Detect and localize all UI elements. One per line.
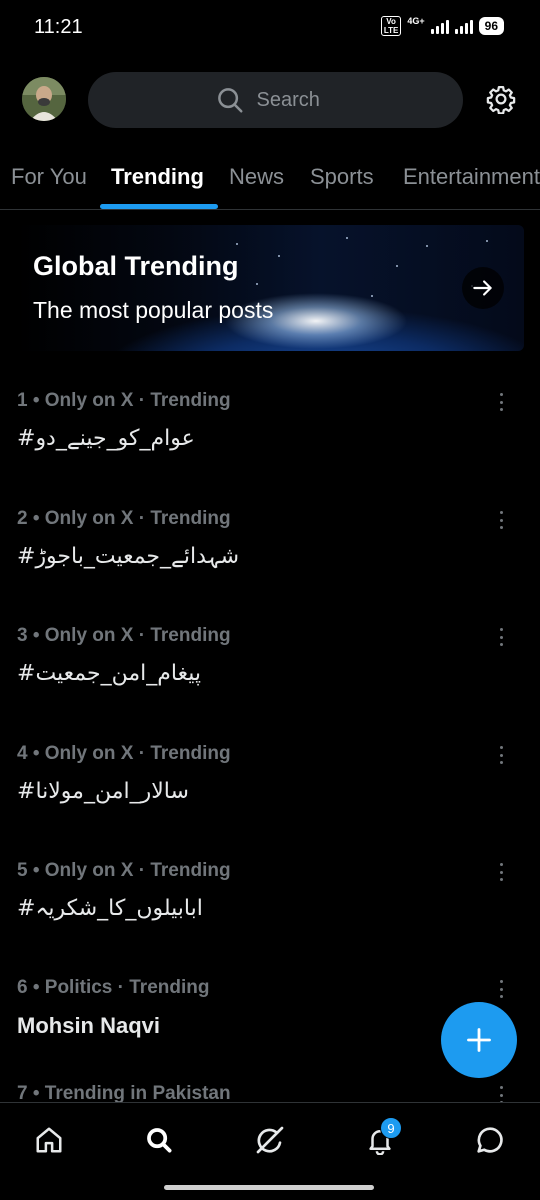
status-bar: 11:21 Vo LTE 4G+ 96	[0, 0, 540, 56]
trend-item[interactable]: 5 • Only on X · Trending #ابابیلوں_کا_شک…	[0, 860, 540, 978]
more-options-icon[interactable]	[493, 508, 509, 532]
banner-subtitle: The most popular posts	[33, 297, 274, 323]
nav-grok[interactable]	[253, 1123, 287, 1157]
tab-for-you[interactable]: For You	[11, 164, 87, 190]
trend-item[interactable]: 2 • Only on X · Trending #شہدائے_جمعیت_ب…	[0, 508, 540, 626]
trend-meta: 6 • Politics · Trending	[17, 977, 210, 998]
trend-meta: 4 • Only on X · Trending	[17, 743, 231, 764]
plus-icon	[467, 1028, 491, 1052]
search-input[interactable]	[256, 88, 337, 112]
tab-news[interactable]: News	[229, 164, 284, 190]
more-options-icon[interactable]	[493, 625, 509, 649]
nav-explore[interactable]	[142, 1123, 176, 1157]
trend-title: #سالار_امن_مولانا	[17, 779, 189, 804]
trend-item[interactable]: 3 • Only on X · Trending #پیغام_امن_جمعی…	[0, 625, 540, 743]
trend-meta: 3 • Only on X · Trending	[17, 625, 231, 646]
grok-icon	[256, 1126, 284, 1154]
trend-title: #شہدائے_جمعیت_باجوڑ	[17, 544, 240, 569]
status-icons: Vo LTE 4G+ 96	[380, 16, 504, 36]
search-icon	[147, 1128, 172, 1153]
trend-meta: 2 • Only on X · Trending	[17, 508, 231, 529]
trend-meta: 5 • Only on X · Trending	[17, 860, 231, 881]
messages-icon	[477, 1127, 503, 1153]
home-indicator[interactable]	[164, 1185, 374, 1190]
banner-title: Global Trending	[33, 251, 239, 281]
home-icon	[36, 1127, 62, 1153]
more-options-icon[interactable]	[493, 390, 509, 414]
tab-trending[interactable]: Trending	[111, 164, 204, 190]
nav-home[interactable]	[32, 1123, 66, 1157]
trend-title: #ابابیلوں_کا_شکریہ	[17, 896, 203, 921]
notifications-badge: 9	[380, 1117, 402, 1139]
arrow-right-icon[interactable]	[462, 267, 504, 309]
nav-messages[interactable]	[473, 1123, 507, 1157]
network-type: 4G+	[407, 16, 425, 26]
more-options-icon[interactable]	[493, 977, 509, 1001]
volte-icon: Vo LTE	[380, 16, 402, 36]
trend-title: #پیغام_امن_جمعیت	[17, 661, 201, 686]
trend-title: #عوام_کو_جینے_دو	[17, 426, 195, 451]
search-icon	[217, 88, 242, 113]
tab-entertainment[interactable]: Entertainment	[403, 164, 540, 190]
trend-item[interactable]: 1 • Only on X · Trending #عوام_کو_جینے_د…	[0, 390, 540, 508]
status-time: 11:21	[34, 16, 83, 38]
signal-icon	[430, 18, 449, 34]
more-options-icon[interactable]	[493, 860, 509, 884]
search-bar[interactable]	[88, 72, 463, 128]
compose-post-button[interactable]	[441, 1002, 517, 1078]
signal-icon-2	[454, 18, 473, 34]
more-options-icon[interactable]	[493, 743, 509, 767]
trend-title: Mohsin Naqvi	[17, 1013, 161, 1038]
tab-sports[interactable]: Sports	[310, 164, 374, 190]
trend-meta: 1 • Only on X · Trending	[17, 390, 231, 411]
settings-gear-icon[interactable]	[486, 84, 516, 114]
avatar-image	[22, 77, 66, 121]
tab-bar: For You Trending News Sports Entertainme…	[0, 152, 540, 210]
trend-item[interactable]: 4 • Only on X · Trending #سالار_امن_مولا…	[0, 743, 540, 861]
active-tab-indicator	[100, 204, 218, 209]
avatar[interactable]	[22, 77, 66, 121]
global-trending-banner[interactable]: Global Trending The most popular posts	[16, 225, 524, 351]
battery-indicator: 96	[478, 17, 504, 35]
